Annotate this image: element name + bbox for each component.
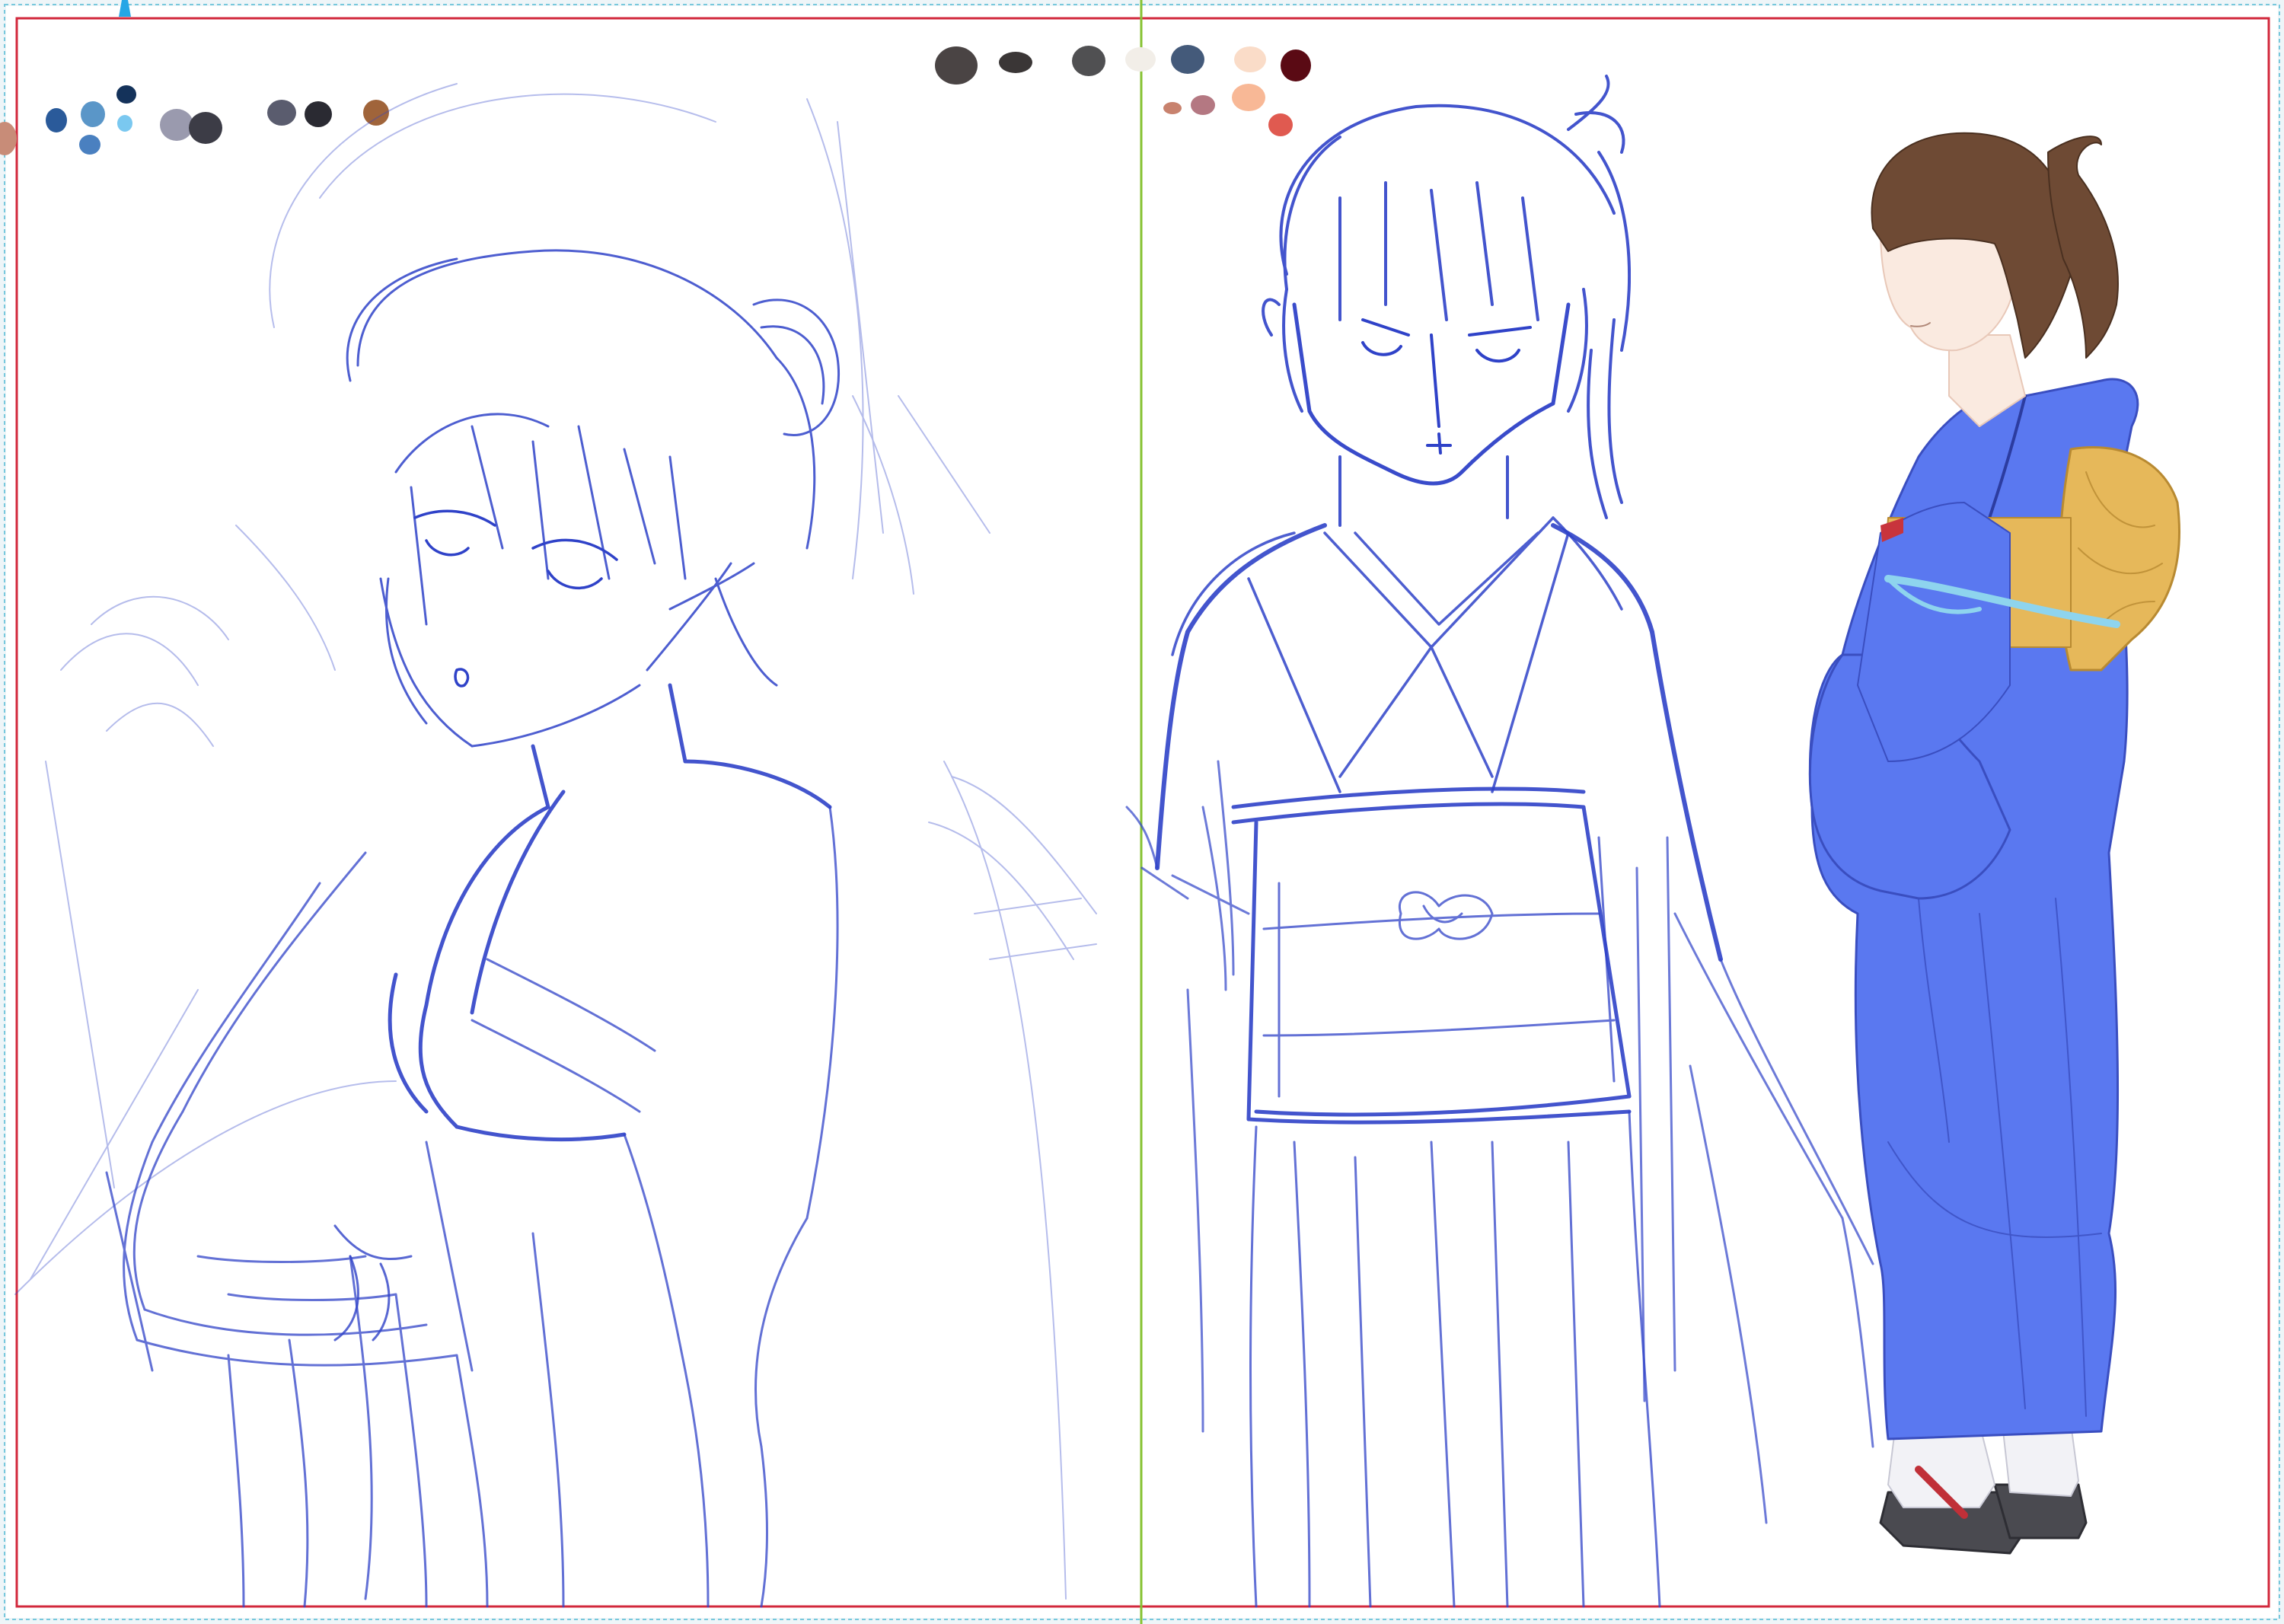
- palette-swatch[interactable]: [117, 115, 132, 132]
- palette-swatch[interactable]: [1125, 47, 1156, 72]
- palette-swatch[interactable]: [1232, 84, 1265, 111]
- palette-swatch[interactable]: [1163, 102, 1182, 114]
- palette-swatch[interactable]: [1171, 45, 1204, 74]
- palette-swatch[interactable]: [999, 52, 1032, 73]
- palette-swatch[interactable]: [305, 101, 332, 127]
- ruler-marker-icon: [119, 0, 131, 17]
- palette-swatch[interactable]: [267, 100, 296, 126]
- palette-swatch[interactable]: [1191, 95, 1215, 115]
- palette-swatch[interactable]: [935, 46, 978, 85]
- palette-swatch[interactable]: [1234, 46, 1266, 72]
- palette-swatch[interactable]: [79, 135, 100, 155]
- palette-swatch[interactable]: [1268, 113, 1293, 136]
- palette-swatch[interactable]: [46, 108, 67, 132]
- palette-swatch[interactable]: [189, 112, 222, 144]
- drawing-canvas[interactable]: [0, 0, 2284, 1624]
- palette-swatch[interactable]: [81, 101, 105, 127]
- palette-swatch[interactable]: [116, 85, 136, 104]
- palette-swatch[interactable]: [1281, 49, 1311, 81]
- palette-swatch[interactable]: [160, 109, 193, 141]
- palette-swatch[interactable]: [1072, 46, 1105, 76]
